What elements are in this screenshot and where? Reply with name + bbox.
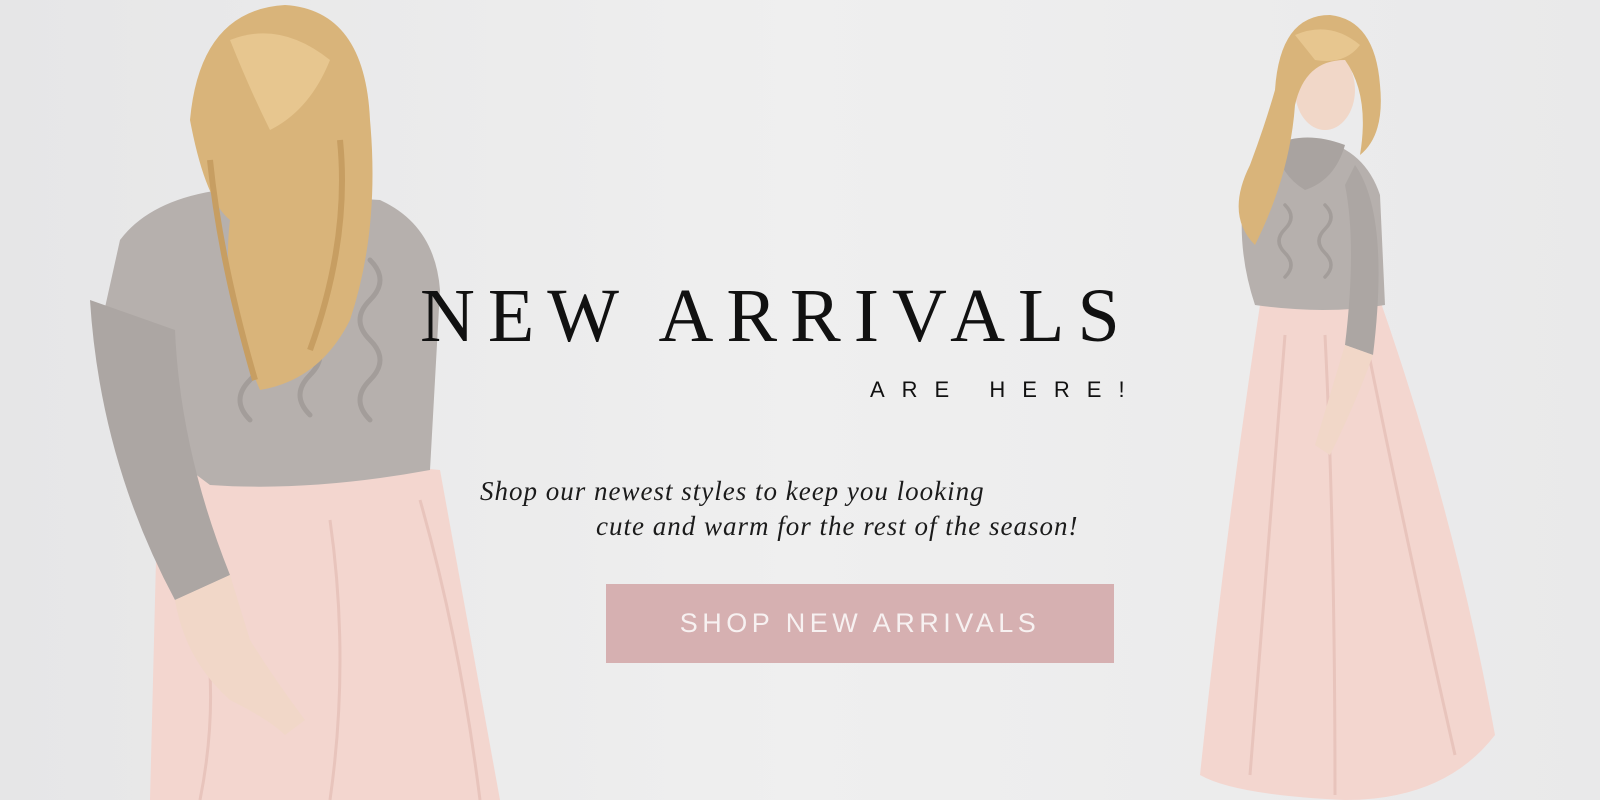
tagline: Shop our newest styles to keep you looki… <box>480 474 1180 544</box>
left-model-photo <box>80 0 520 800</box>
shop-new-arrivals-button[interactable]: SHOP NEW ARRIVALS <box>606 584 1114 663</box>
right-model-photo <box>1195 15 1525 800</box>
hero-banner[interactable]: NEW ARRIVALS ARE HERE! Shop our newest s… <box>0 0 1600 800</box>
subheadline: ARE HERE! <box>870 377 1142 402</box>
tagline-line-1: Shop our newest styles to keep you looki… <box>480 476 985 506</box>
headline: NEW ARRIVALS <box>420 274 1133 358</box>
tagline-line-2: cute and warm for the rest of the season… <box>596 511 1079 541</box>
